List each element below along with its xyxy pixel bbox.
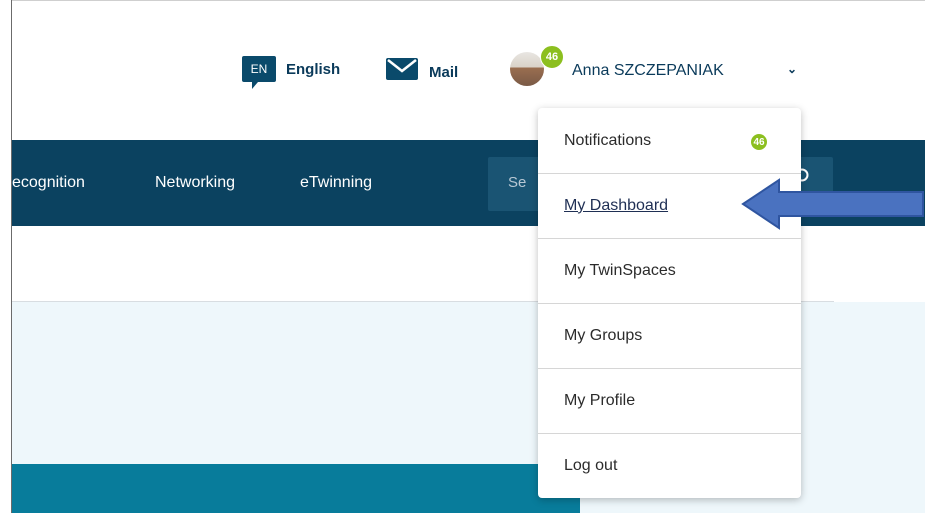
menu-item-label: My TwinSpaces [564, 261, 676, 279]
app-window: EN English Mail 46 Anna SZCZEPANIAK ⌄ ec… [0, 0, 925, 513]
avatar [510, 52, 544, 86]
language-selector[interactable]: EN English [242, 56, 341, 89]
menu-item-label: My Groups [564, 326, 643, 344]
pointer-arrow-icon [741, 178, 924, 230]
mail-icon [386, 57, 418, 80]
nav-item-recognition[interactable]: ecognition [12, 174, 85, 192]
language-icon: EN [242, 56, 276, 89]
user-name[interactable]: Anna SZCZEPANIAK [572, 62, 724, 80]
notifications-badge: 46 [751, 134, 767, 150]
language-label: English [286, 60, 341, 78]
teal-banner [12, 464, 580, 513]
menu-item-label: My Profile [564, 391, 636, 409]
menu-item-notifications[interactable]: Notifications 46 [538, 108, 801, 173]
window-top-border [11, 0, 925, 1]
menu-item-label: My Dashboard [564, 196, 669, 214]
menu-item-my-profile[interactable]: My Profile [538, 368, 801, 433]
menu-item-label: Notifications [564, 131, 652, 149]
menu-item-label: Log out [564, 456, 618, 474]
menu-item-log-out[interactable]: Log out [538, 433, 801, 498]
language-code: EN [250, 62, 268, 76]
menu-item-my-groups[interactable]: My Groups [538, 303, 801, 368]
mail-link[interactable]: Mail [385, 56, 458, 81]
mail-label: Mail [429, 64, 459, 81]
chevron-down-icon[interactable]: ⌄ [787, 62, 797, 76]
user-dropdown-menu: Notifications 46 My Dashboard My TwinSpa… [538, 108, 801, 498]
user-menu[interactable] [510, 52, 544, 86]
notification-count-badge: 46 [540, 45, 564, 69]
nav-item-etwinning[interactable]: eTwinning [300, 174, 372, 192]
search-placeholder: Se [508, 174, 527, 191]
menu-item-my-twinspaces[interactable]: My TwinSpaces [538, 238, 801, 303]
nav-item-networking[interactable]: Networking [155, 174, 235, 192]
